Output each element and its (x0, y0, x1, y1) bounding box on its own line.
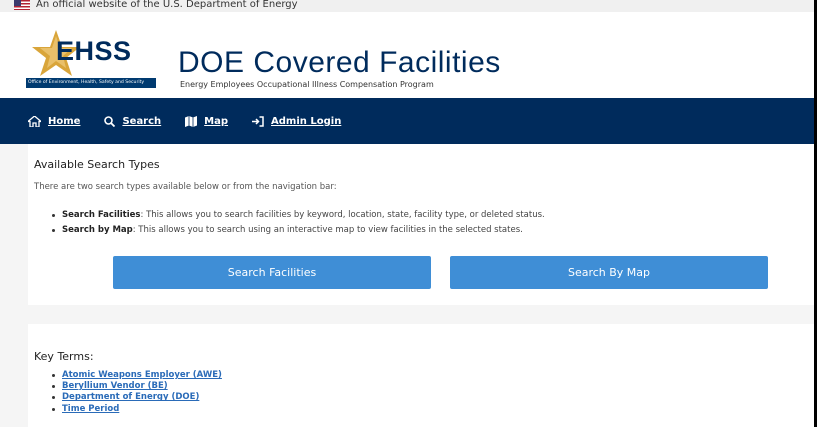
nav-home[interactable]: Home (28, 115, 81, 127)
key-terms-title: Key Terms: (34, 350, 94, 363)
nav-map[interactable]: Map (185, 115, 229, 127)
logo-text: EHSS (56, 36, 132, 66)
list-item: Atomic Weapons Employer (AWE) (50, 370, 222, 381)
doe-link[interactable]: Department of Energy (DOE) (62, 392, 199, 402)
nav-search-label: Search (122, 115, 162, 127)
time-period-link[interactable]: Time Period (62, 404, 119, 414)
site-header: EHSS Office of Environment, Health, Safe… (0, 12, 817, 98)
search-by-map-description: : This allows you to search using an int… (132, 225, 523, 235)
main-navbar: Home Search Map Admin Login (0, 98, 817, 144)
key-terms-list: Atomic Weapons Employer (AWE) Beryllium … (50, 370, 222, 415)
ehss-logo[interactable]: EHSS Office of Environment, Health, Safe… (26, 30, 156, 90)
search-by-map-term: Search by Map (62, 225, 133, 235)
nav-home-label: Home (48, 115, 81, 127)
key-terms-card: Key Terms: Atomic Weapons Employer (AWE)… (28, 324, 817, 427)
list-item: Time Period (50, 404, 222, 415)
nav-admin-login-label: Admin Login (271, 115, 342, 127)
gov-banner: An official website of the U.S. Departme… (0, 0, 817, 12)
list-item: Department of Energy (DOE) (50, 392, 222, 403)
search-icon (104, 115, 116, 127)
nav-map-label: Map (204, 115, 229, 127)
search-facilities-description: : This allows you to search facilities b… (140, 210, 545, 220)
nav-search[interactable]: Search (104, 116, 161, 127)
search-types-card: Available Search Types There are two sea… (28, 144, 817, 305)
search-types-intro: There are two search types available bel… (34, 182, 337, 192)
list-item: Beryllium Vendor (BE) (50, 381, 222, 392)
gov-banner-text: An official website of the U.S. Departme… (36, 0, 298, 10)
search-by-map-button[interactable]: Search By Map (450, 256, 768, 289)
page: An official website of the U.S. Departme… (0, 0, 817, 427)
list-item: Search Facilities: This allows you to se… (50, 208, 545, 223)
logo-subtext: Office of Environment, Health, Safety an… (26, 78, 156, 88)
nav-admin-login[interactable]: Admin Login (252, 116, 341, 127)
map-icon (185, 115, 198, 127)
home-icon (28, 115, 41, 127)
site-title: DOE Covered Facilities (178, 46, 501, 79)
list-item: Search by Map: This allows you to search… (50, 223, 545, 238)
search-types-title: Available Search Types (34, 158, 160, 171)
be-link[interactable]: Beryllium Vendor (BE) (62, 381, 168, 391)
awe-link[interactable]: Atomic Weapons Employer (AWE) (62, 370, 222, 380)
search-types-list: Search Facilities: This allows you to se… (50, 208, 545, 238)
search-facilities-term: Search Facilities (62, 210, 141, 220)
us-flag-icon (14, 0, 30, 10)
login-icon (252, 115, 264, 127)
search-facilities-button[interactable]: Search Facilities (113, 256, 431, 289)
site-subtitle: Energy Employees Occupational Illness Co… (180, 80, 434, 89)
